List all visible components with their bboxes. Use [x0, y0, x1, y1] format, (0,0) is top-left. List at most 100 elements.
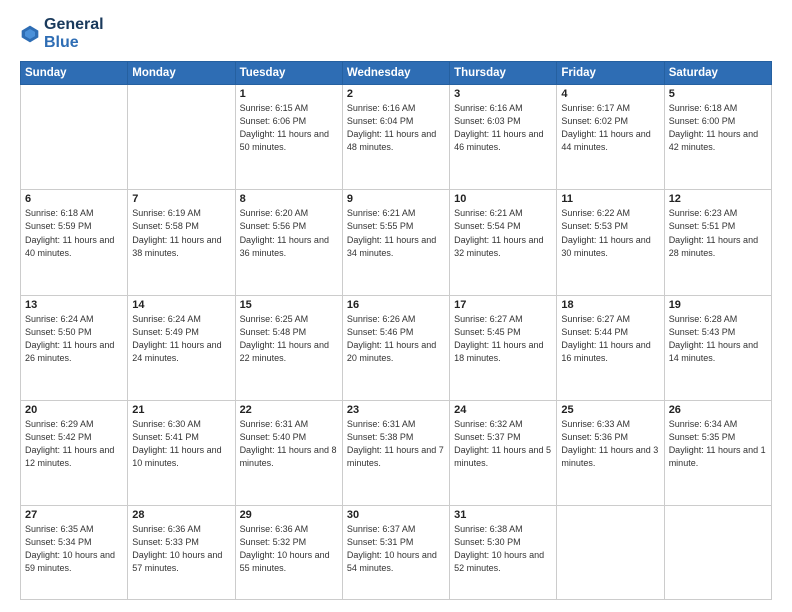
- day-number: 17: [454, 299, 552, 311]
- header: General Blue: [20, 16, 772, 51]
- day-info: Sunrise: 6:35 AM Sunset: 5:34 PM Dayligh…: [25, 523, 123, 575]
- calendar-cell: [557, 506, 664, 600]
- day-info: Sunrise: 6:15 AM Sunset: 6:06 PM Dayligh…: [240, 102, 338, 154]
- weekday-header-row: SundayMondayTuesdayWednesdayThursdayFrid…: [21, 62, 772, 85]
- day-number: 9: [347, 193, 445, 205]
- day-info: Sunrise: 6:31 AM Sunset: 5:40 PM Dayligh…: [240, 418, 338, 470]
- day-number: 15: [240, 299, 338, 311]
- day-number: 25: [561, 404, 659, 416]
- day-number: 28: [132, 509, 230, 521]
- calendar-cell: 19Sunrise: 6:28 AM Sunset: 5:43 PM Dayli…: [664, 295, 771, 400]
- day-number: 2: [347, 88, 445, 100]
- calendar-cell: 5Sunrise: 6:18 AM Sunset: 6:00 PM Daylig…: [664, 85, 771, 190]
- day-number: 30: [347, 509, 445, 521]
- day-info: Sunrise: 6:24 AM Sunset: 5:50 PM Dayligh…: [25, 313, 123, 365]
- calendar-cell: 6 Sunrise: 6:18 AM Sunset: 5:59 PM Daylig…: [21, 190, 128, 295]
- calendar-cell: 31Sunrise: 6:38 AM Sunset: 5:30 PM Dayli…: [450, 506, 557, 600]
- day-info: Sunrise: 6:18 AM Sunset: 5:59 PM Dayligh…: [25, 207, 123, 259]
- day-number: 22: [240, 404, 338, 416]
- day-info: Sunrise: 6:36 AM Sunset: 5:33 PM Dayligh…: [132, 523, 230, 575]
- weekday-header-thursday: Thursday: [450, 62, 557, 85]
- day-number: 24: [454, 404, 552, 416]
- day-info: Sunrise: 6:20 AM Sunset: 5:56 PM Dayligh…: [240, 207, 338, 259]
- day-info: Sunrise: 6:33 AM Sunset: 5:36 PM Dayligh…: [561, 418, 659, 470]
- calendar-cell: 28 Sunrise: 6:36 AM Sunset: 5:33 PM Dayli…: [128, 506, 235, 600]
- day-number: 7: [132, 193, 230, 205]
- day-info: Sunrise: 6:25 AM Sunset: 5:48 PM Dayligh…: [240, 313, 338, 365]
- day-number: 1: [240, 88, 338, 100]
- week-row-2: 6 Sunrise: 6:18 AM Sunset: 5:59 PM Daylig…: [21, 190, 772, 295]
- calendar-cell: 10Sunrise: 6:21 AM Sunset: 5:54 PM Dayli…: [450, 190, 557, 295]
- calendar-table: SundayMondayTuesdayWednesdayThursdayFrid…: [20, 61, 772, 600]
- weekday-header-friday: Friday: [557, 62, 664, 85]
- calendar-cell: 9 Sunrise: 6:21 AM Sunset: 5:55 PM Daylig…: [342, 190, 449, 295]
- day-info: Sunrise: 6:29 AM Sunset: 5:42 PM Dayligh…: [25, 418, 123, 470]
- calendar-cell: [21, 85, 128, 190]
- day-number: 6: [25, 193, 123, 205]
- day-info: Sunrise: 6:24 AM Sunset: 5:49 PM Dayligh…: [132, 313, 230, 365]
- calendar-cell: 20 Sunrise: 6:29 AM Sunset: 5:42 PM Dayli…: [21, 400, 128, 505]
- day-number: 29: [240, 509, 338, 521]
- day-number: 5: [669, 88, 767, 100]
- day-info: Sunrise: 6:27 AM Sunset: 5:45 PM Dayligh…: [454, 313, 552, 365]
- week-row-3: 13 Sunrise: 6:24 AM Sunset: 5:50 PM Dayli…: [21, 295, 772, 400]
- day-info: Sunrise: 6:17 AM Sunset: 6:02 PM Dayligh…: [561, 102, 659, 154]
- day-info: Sunrise: 6:32 AM Sunset: 5:37 PM Dayligh…: [454, 418, 552, 470]
- day-info: Sunrise: 6:37 AM Sunset: 5:31 PM Dayligh…: [347, 523, 445, 575]
- day-number: 13: [25, 299, 123, 311]
- calendar-cell: [128, 85, 235, 190]
- day-info: Sunrise: 6:21 AM Sunset: 5:54 PM Dayligh…: [454, 207, 552, 259]
- day-info: Sunrise: 6:31 AM Sunset: 5:38 PM Dayligh…: [347, 418, 445, 470]
- calendar-cell: 1 Sunrise: 6:15 AM Sunset: 6:06 PM Daylig…: [235, 85, 342, 190]
- day-number: 8: [240, 193, 338, 205]
- week-row-1: 1 Sunrise: 6:15 AM Sunset: 6:06 PM Daylig…: [21, 85, 772, 190]
- calendar-cell: 24 Sunrise: 6:32 AM Sunset: 5:37 PM Dayli…: [450, 400, 557, 505]
- day-number: 11: [561, 193, 659, 205]
- calendar-cell: 26Sunrise: 6:34 AM Sunset: 5:35 PM Dayli…: [664, 400, 771, 505]
- calendar-cell: 14Sunrise: 6:24 AM Sunset: 5:49 PM Dayli…: [128, 295, 235, 400]
- calendar-cell: 29 Sunrise: 6:36 AM Sunset: 5:32 PM Dayli…: [235, 506, 342, 600]
- week-row-4: 20 Sunrise: 6:29 AM Sunset: 5:42 PM Dayli…: [21, 400, 772, 505]
- calendar-cell: 16 Sunrise: 6:26 AM Sunset: 5:46 PM Dayli…: [342, 295, 449, 400]
- day-info: Sunrise: 6:36 AM Sunset: 5:32 PM Dayligh…: [240, 523, 338, 575]
- week-row-5: 27 Sunrise: 6:35 AM Sunset: 5:34 PM Dayli…: [21, 506, 772, 600]
- calendar-cell: 2 Sunrise: 6:16 AM Sunset: 6:04 PM Daylig…: [342, 85, 449, 190]
- calendar-cell: 15 Sunrise: 6:25 AM Sunset: 5:48 PM Dayli…: [235, 295, 342, 400]
- calendar-cell: 27 Sunrise: 6:35 AM Sunset: 5:34 PM Dayli…: [21, 506, 128, 600]
- calendar-cell: 21 Sunrise: 6:30 AM Sunset: 5:41 PM Dayli…: [128, 400, 235, 505]
- day-number: 20: [25, 404, 123, 416]
- logo: General Blue: [20, 16, 104, 51]
- logo-text: General Blue: [44, 16, 104, 51]
- calendar-cell: 30 Sunrise: 6:37 AM Sunset: 5:31 PM Dayli…: [342, 506, 449, 600]
- day-info: Sunrise: 6:21 AM Sunset: 5:55 PM Dayligh…: [347, 207, 445, 259]
- calendar-cell: 18Sunrise: 6:27 AM Sunset: 5:44 PM Dayli…: [557, 295, 664, 400]
- day-number: 3: [454, 88, 552, 100]
- weekday-header-saturday: Saturday: [664, 62, 771, 85]
- page: General Blue SundayMondayTuesdayWednesda…: [0, 0, 792, 612]
- day-info: Sunrise: 6:30 AM Sunset: 5:41 PM Dayligh…: [132, 418, 230, 470]
- calendar-cell: 8 Sunrise: 6:20 AM Sunset: 5:56 PM Daylig…: [235, 190, 342, 295]
- calendar-cell: 4 Sunrise: 6:17 AM Sunset: 6:02 PM Daylig…: [557, 85, 664, 190]
- day-number: 19: [669, 299, 767, 311]
- calendar-cell: 12Sunrise: 6:23 AM Sunset: 5:51 PM Dayli…: [664, 190, 771, 295]
- day-info: Sunrise: 6:26 AM Sunset: 5:46 PM Dayligh…: [347, 313, 445, 365]
- day-info: Sunrise: 6:16 AM Sunset: 6:04 PM Dayligh…: [347, 102, 445, 154]
- day-number: 16: [347, 299, 445, 311]
- day-number: 18: [561, 299, 659, 311]
- weekday-header-tuesday: Tuesday: [235, 62, 342, 85]
- day-number: 27: [25, 509, 123, 521]
- calendar-cell: 22 Sunrise: 6:31 AM Sunset: 5:40 PM Dayli…: [235, 400, 342, 505]
- day-info: Sunrise: 6:19 AM Sunset: 5:58 PM Dayligh…: [132, 207, 230, 259]
- calendar-cell: 23 Sunrise: 6:31 AM Sunset: 5:38 PM Dayli…: [342, 400, 449, 505]
- day-number: 21: [132, 404, 230, 416]
- day-info: Sunrise: 6:23 AM Sunset: 5:51 PM Dayligh…: [669, 207, 767, 259]
- day-info: Sunrise: 6:22 AM Sunset: 5:53 PM Dayligh…: [561, 207, 659, 259]
- day-number: 23: [347, 404, 445, 416]
- day-number: 31: [454, 509, 552, 521]
- calendar-cell: [664, 506, 771, 600]
- day-info: Sunrise: 6:16 AM Sunset: 6:03 PM Dayligh…: [454, 102, 552, 154]
- calendar-cell: 17 Sunrise: 6:27 AM Sunset: 5:45 PM Dayli…: [450, 295, 557, 400]
- day-number: 4: [561, 88, 659, 100]
- calendar-cell: 7 Sunrise: 6:19 AM Sunset: 5:58 PM Daylig…: [128, 190, 235, 295]
- calendar-cell: 25 Sunrise: 6:33 AM Sunset: 5:36 PM Dayli…: [557, 400, 664, 505]
